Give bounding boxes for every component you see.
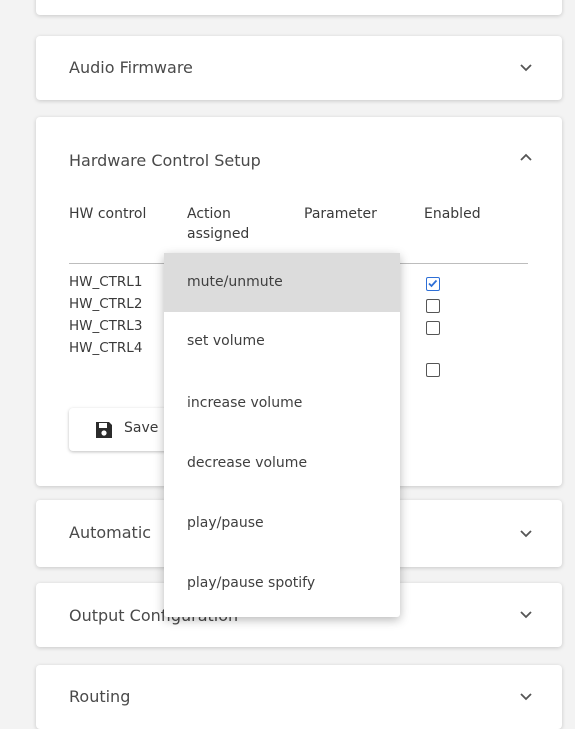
menu-item-mute-unmute[interactable]: mute/unmute xyxy=(164,253,400,312)
menu-item-play-pause[interactable]: play/pause xyxy=(164,494,400,553)
previous-panel-edge xyxy=(36,0,562,15)
chevron-down-icon[interactable] xyxy=(520,530,532,538)
panel-title: Routing xyxy=(69,687,131,706)
panel-audio-firmware[interactable]: Audio Firmware xyxy=(36,36,562,100)
enabled-checkbox-hw-ctrl3[interactable] xyxy=(426,321,440,335)
panel-title: Hardware Control Setup xyxy=(69,151,261,170)
column-header-parameter: Parameter xyxy=(304,206,377,222)
save-icon xyxy=(94,420,114,444)
chevron-down-icon[interactable] xyxy=(520,611,532,619)
menu-item-decrease-volume[interactable]: decrease volume xyxy=(164,434,400,493)
table-row-control-label: HW_CTRL3 xyxy=(69,318,143,334)
column-header-enabled: Enabled xyxy=(424,206,481,222)
enabled-checkbox-hw-ctrl1[interactable] xyxy=(426,277,440,291)
table-row-control-label: HW_CTRL2 xyxy=(69,296,143,312)
column-header-action-assigned: Action assigned xyxy=(187,206,250,242)
chevron-down-icon[interactable] xyxy=(520,693,532,701)
chevron-up-icon[interactable] xyxy=(520,153,532,161)
column-header-hw-control: HW control xyxy=(69,206,147,222)
menu-item-set-volume[interactable]: set volume xyxy=(164,312,400,371)
save-button-label: Save xyxy=(124,420,159,436)
menu-item-increase-volume[interactable]: increase volume xyxy=(164,374,400,433)
enabled-checkbox-hw-ctrl4[interactable] xyxy=(426,363,440,377)
enabled-checkbox-hw-ctrl2[interactable] xyxy=(426,299,440,313)
action-dropdown-menu: mute/unmute set volume increase volume d… xyxy=(164,253,400,617)
save-button[interactable]: Save xyxy=(69,408,179,451)
table-row-control-label: HW_CTRL4 xyxy=(69,340,143,356)
panel-routing[interactable]: Routing xyxy=(36,665,562,729)
panel-title: Audio Firmware xyxy=(69,58,193,77)
table-row-control-label: HW_CTRL1 xyxy=(69,274,143,290)
chevron-down-icon[interactable] xyxy=(520,64,532,72)
panel-title: Automatic xyxy=(69,523,152,542)
menu-item-play-pause-spotify[interactable]: play/pause spotify xyxy=(164,554,400,613)
